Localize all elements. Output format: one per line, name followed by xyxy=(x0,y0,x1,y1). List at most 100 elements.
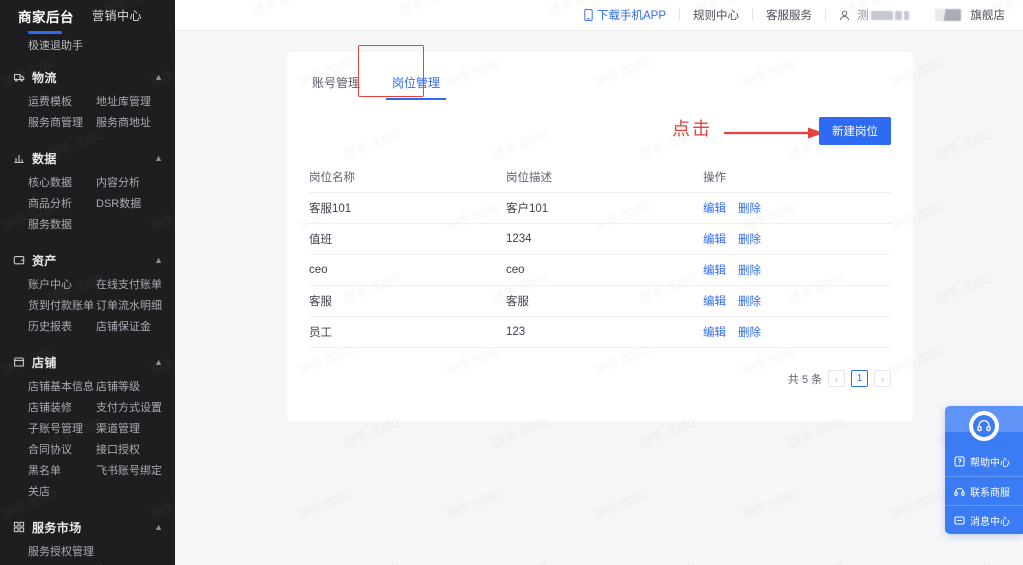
delete-link[interactable]: 删除 xyxy=(738,293,761,309)
cell-position-desc: 客户101 xyxy=(506,203,549,215)
tab-account-management[interactable]: 账号管理 xyxy=(310,70,362,100)
sidebar-group-header[interactable]: 店铺 ▲ xyxy=(0,349,175,375)
download-app-link[interactable]: 下载手机APP xyxy=(571,7,679,23)
message-icon xyxy=(954,515,965,526)
customer-service-label: 客服服务 xyxy=(766,10,812,22)
table-row: 值班 1234 编辑 删除 xyxy=(309,224,891,255)
customer-service-link[interactable]: 客服服务 xyxy=(753,7,825,23)
cell-position-desc: 客服 xyxy=(506,296,529,308)
sidebar-links: 运费模板 地址库管理 服务商管理 服务商地址 xyxy=(0,90,175,134)
cell-operations: 编辑 删除 xyxy=(703,231,891,247)
table-row: 客服101 客户101 编辑 删除 xyxy=(309,193,891,224)
brand-title[interactable]: 商家后台 xyxy=(18,6,74,26)
delete-link[interactable]: 删除 xyxy=(738,200,761,216)
sidebar-link[interactable]: 订单流水明细 xyxy=(96,296,175,317)
truck-icon xyxy=(12,71,25,84)
pagination-next-button[interactable]: › xyxy=(874,370,891,387)
help-widget-item[interactable]: 帮助中心 xyxy=(945,447,1023,476)
chevron-up-icon[interactable]: ▲ xyxy=(154,357,163,367)
chevron-up-icon[interactable]: ▲ xyxy=(154,255,163,265)
sidebar-link[interactable]: 店铺等级 xyxy=(96,377,175,398)
sidebar-link[interactable]: 核心数据 xyxy=(28,173,96,194)
sidebar-link[interactable]: 子账号管理 xyxy=(28,419,96,440)
column-header-ops: 操作 xyxy=(703,172,726,184)
action-row: 点击 新建岗位 xyxy=(287,112,913,152)
sidebar-link[interactable]: 商品分析 xyxy=(28,194,96,215)
sidebar-link[interactable]: 店铺基本信息 xyxy=(28,377,96,398)
sidebar-group-header[interactable]: 物流 ▲ xyxy=(0,64,175,90)
cell-position-name: 客服 xyxy=(309,296,332,308)
service-avatar[interactable] xyxy=(969,411,999,441)
pagination: 共 5 条 ‹ 1 › xyxy=(287,348,913,387)
sidebar-group-0: 物流 ▲ 运费模板 地址库管理 服务商管理 服务商地址 xyxy=(0,64,175,134)
edit-link[interactable]: 编辑 xyxy=(703,262,726,278)
sidebar-link[interactable]: 合同协议 xyxy=(28,440,96,461)
sidebar-link[interactable]: 黑名单 xyxy=(28,461,96,482)
cell-position-name: 员工 xyxy=(309,327,332,339)
brand-marketing-center[interactable]: 营销中心 xyxy=(92,7,142,24)
chevron-up-icon[interactable]: ▲ xyxy=(154,153,163,163)
sidebar-brand-bar: 商家后台 营销中心 xyxy=(0,0,175,31)
sidebar-link[interactable]: 在线支付账单 xyxy=(96,275,175,296)
cell-operations: 编辑 删除 xyxy=(703,293,891,309)
sidebar-link[interactable]: 店铺保证金 xyxy=(96,317,175,338)
cell-position-desc: ceo xyxy=(506,264,525,276)
sidebar-group-header[interactable]: 资产 ▲ xyxy=(0,247,175,273)
sidebar-group-2: 资产 ▲ 账户中心 在线支付账单 货到付款账单 订单流水明细 历史报表 店铺保证金 xyxy=(0,247,175,338)
sidebar-group-header[interactable]: 数据 ▲ xyxy=(0,145,175,171)
sidebar-group-1: 数据 ▲ 核心数据 内容分析 商品分析 DSR数据 服务数据 xyxy=(0,145,175,236)
sidebar-link[interactable]: 服务数据 xyxy=(28,215,96,236)
sidebar-link[interactable]: 渠道管理 xyxy=(96,419,175,440)
new-position-button[interactable]: 新建岗位 xyxy=(819,117,891,145)
help-widget-item[interactable]: 消息中心 xyxy=(945,505,1023,534)
sidebar-link[interactable]: 服务授权管理 xyxy=(28,542,96,563)
edit-link[interactable]: 编辑 xyxy=(703,293,726,309)
sidebar-link[interactable]: 支付方式设置 xyxy=(96,398,175,419)
sidebar-group-title: 资产 xyxy=(32,253,57,268)
cell-operations: 编辑 删除 xyxy=(703,200,891,216)
user-account-menu[interactable]: 测 xyxy=(826,7,922,23)
headset-icon xyxy=(977,420,991,432)
rule-center-link[interactable]: 规则中心 xyxy=(680,7,752,23)
edit-link[interactable]: 编辑 xyxy=(703,200,726,216)
sidebar-item-express-refund[interactable]: 极速退助手 xyxy=(0,31,175,53)
sidebar-link[interactable]: 飞书账号绑定 xyxy=(96,461,175,482)
delete-link[interactable]: 删除 xyxy=(738,324,761,340)
edit-link[interactable]: 编辑 xyxy=(703,324,726,340)
table-body: 客服101 客户101 编辑 删除 值班 1234 编辑 删除 ceo ceo 编辑 删除 客服 客服 编辑… xyxy=(309,193,891,348)
redaction-block xyxy=(870,10,893,20)
sidebar-group-3: 店铺 ▲ 店铺基本信息 店铺等级 店铺装修 支付方式设置 子账号管理 渠道管理 合同协议 接口授权… xyxy=(0,349,175,503)
sidebar: 商家后台 营销中心 极速退助手 物流 ▲ 运费模板 地址库管理 服务商管理 服务商地址数据… xyxy=(0,0,175,565)
position-management-card: 账号管理 岗位管理 点击 新建岗位 岗位名称 岗位描述 操作 客服101 客户1… xyxy=(287,45,913,421)
help-widget-item[interactable]: 联系商服 xyxy=(945,476,1023,505)
chevron-up-icon[interactable]: ▲ xyxy=(154,522,163,532)
sidebar-group-header[interactable]: 服务市场 ▲ xyxy=(0,514,175,540)
main-content: 账号管理 岗位管理 点击 新建岗位 岗位名称 岗位描述 操作 客服101 客户1… xyxy=(175,31,1023,565)
sidebar-link[interactable]: 运费模板 xyxy=(28,92,96,113)
arrow-right-icon xyxy=(724,127,824,139)
sidebar-link[interactable]: 历史报表 xyxy=(28,317,96,338)
pagination-total-label: 共 5 条 xyxy=(787,373,822,386)
sidebar-link[interactable]: DSR数据 xyxy=(96,194,175,215)
sidebar-link[interactable]: 关店 xyxy=(28,482,96,503)
help-widget-item-label: 消息中心 xyxy=(970,516,1010,528)
shop-switcher[interactable]: 旗舰店 xyxy=(922,7,1023,23)
sidebar-link[interactable]: 接口授权 xyxy=(96,440,175,461)
sidebar-link[interactable]: 店铺装修 xyxy=(28,398,96,419)
delete-link[interactable]: 删除 xyxy=(738,231,761,247)
sidebar-link[interactable]: 服务商地址 xyxy=(96,113,175,134)
sidebar-item-label: 极速退助手 xyxy=(28,40,83,52)
tab-position-management[interactable]: 岗位管理 xyxy=(386,70,447,100)
pagination-prev-button[interactable]: ‹ xyxy=(828,370,845,387)
chevron-up-icon[interactable]: ▲ xyxy=(154,72,163,82)
sidebar-link[interactable]: 账户中心 xyxy=(28,275,96,296)
pagination-page-1[interactable]: 1 xyxy=(851,370,868,387)
sidebar-link[interactable]: 货到付款账单 xyxy=(28,296,96,317)
sidebar-link[interactable]: 内容分析 xyxy=(96,173,175,194)
edit-link[interactable]: 编辑 xyxy=(703,231,726,247)
delete-link[interactable]: 删除 xyxy=(738,262,761,278)
sidebar-link[interactable]: 服务商管理 xyxy=(28,113,96,134)
user-icon xyxy=(839,10,850,20)
redaction-block xyxy=(894,10,902,20)
sidebar-link[interactable]: 地址库管理 xyxy=(96,92,175,113)
